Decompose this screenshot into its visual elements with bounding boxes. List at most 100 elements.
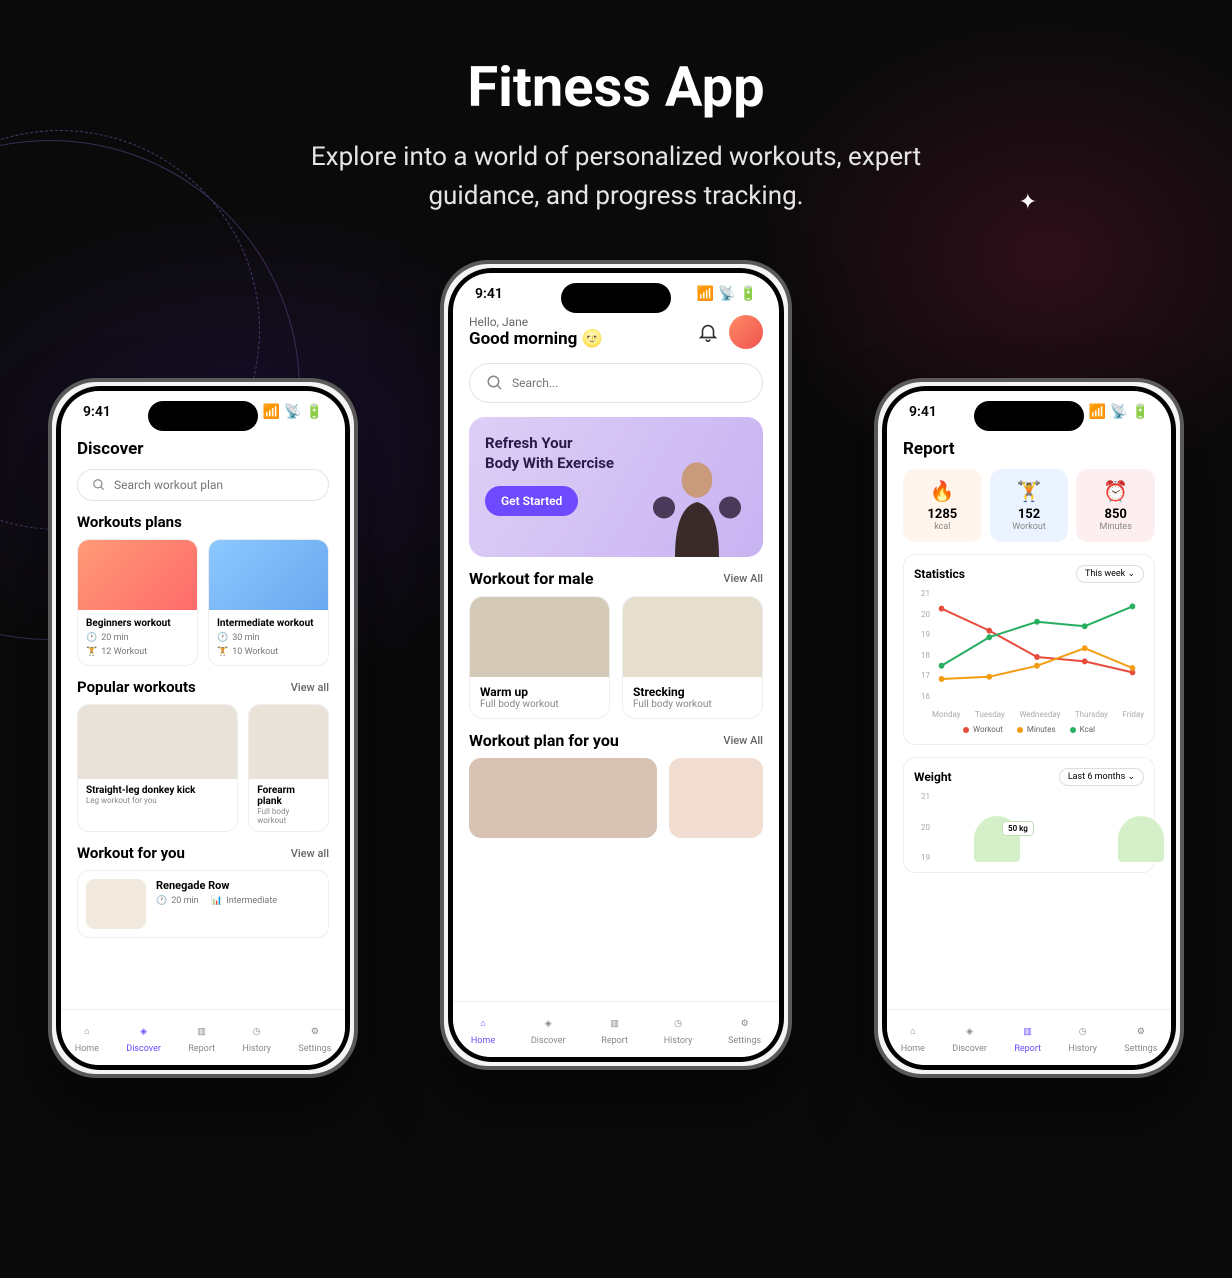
phone-notch [148,401,258,431]
nav-report[interactable]: ▥Report [601,1014,628,1046]
home-icon: ⌂ [473,1014,493,1034]
workout-image [78,705,237,779]
popular-workouts-heading: Popular workouts [77,678,196,696]
chevron-down-icon: ⌄ [1127,569,1135,579]
status-icons: 📶📡🔋 [1089,404,1149,420]
nav-settings[interactable]: ⚙Settings [298,1022,331,1054]
popular-title: Straight-leg donkey kick [86,785,229,796]
nav-settings[interactable]: ⚙Settings [728,1014,761,1046]
view-all-link[interactable]: View All [723,572,763,585]
discover-title: Discover [77,439,144,459]
view-all-link[interactable]: View All [723,734,763,747]
gear-icon: ⚙ [305,1022,325,1042]
history-icon: ◷ [668,1014,688,1034]
weight-heading: Weight [914,770,952,784]
signal-icon: 📶 [1089,404,1106,420]
search-field[interactable] [114,478,314,492]
nav-discover[interactable]: ◈Discover [952,1022,987,1054]
weight-chart: 212019 50 kg [914,792,1144,862]
statistics-heading: Statistics [914,567,965,581]
stat-workout: 🏋️ 152 Workout [990,469,1069,542]
signal-icon: 📶 [263,404,280,420]
workout-plan-image[interactable] [469,758,657,838]
chevron-down-icon: ⌄ [1127,772,1135,782]
workouts-plans-heading: Workouts plans [77,513,182,531]
search-field[interactable] [512,376,746,390]
workout-for-you-heading: Workout for you [77,844,185,862]
nav-history[interactable]: ◷History [1068,1022,1097,1054]
wifi-icon: 📡 [1110,404,1127,420]
avatar[interactable] [729,315,763,349]
nav-report[interactable]: ▥Report [188,1022,215,1054]
plan-card-beginners[interactable]: Beginners workout 🕐20 min 🏋️12 Workout [77,539,198,666]
home-icon: ⌂ [77,1022,97,1042]
plan-image [78,540,197,610]
workout-plan-image[interactable] [669,758,763,838]
nav-home[interactable]: ⌂Home [901,1022,925,1054]
phone-discover: 9:41 📶📡🔋 Discover Workouts plans Beginn [48,378,358,1078]
search-input[interactable] [77,469,329,501]
nav-home[interactable]: ⌂Home [75,1022,99,1054]
search-icon [486,374,504,392]
signal-icon: 📶 [697,286,714,302]
weight-panel: Weight Last 6 months ⌄ 212019 50 kg [903,757,1155,873]
statistics-chart: 212019181716 MondayTuesdayWednesdayThurs… [914,589,1144,719]
wfy-title: Renegade Row [156,879,277,892]
greeting-text: Good morning 🌝 [469,329,603,349]
range-dropdown[interactable]: This week ⌄ [1076,565,1144,583]
nav-home[interactable]: ⌂Home [471,1014,495,1046]
compass-icon: ◈ [134,1022,154,1042]
gear-icon: ⚙ [735,1014,755,1034]
report-title: Report [903,439,955,459]
status-time: 9:41 [475,286,503,302]
status-icons: 📶📡🔋 [697,286,757,302]
nav-history[interactable]: ◷History [242,1022,271,1054]
workout-sub: Full body workout [480,699,599,710]
workout-plan-heading: Workout plan for you [469,731,619,750]
hello-text: Hello, Jane [469,315,603,329]
stat-kcal: 🔥 1285 kcal [903,469,982,542]
workout-card-stretching[interactable]: Strecking Full body workout [622,596,763,719]
popular-title: Forearm plank [257,785,320,807]
plan-title: Beginners workout [86,618,189,629]
level-icon: 📊 [211,896,222,906]
workout-image [623,597,762,677]
dumbbell-icon: 🏋️ [86,647,97,657]
workout-male-heading: Workout for male [469,569,593,588]
workout-image [249,705,328,779]
compass-icon: ◈ [960,1022,980,1042]
stat-minutes: ⏰ 850 Minutes [1076,469,1155,542]
search-input[interactable] [469,363,763,403]
legend-minutes: Minutes [1017,725,1056,734]
phone-notch [974,401,1084,431]
workout-title: Warm up [480,685,599,699]
weight-icon: 🏋️ [996,479,1063,503]
popular-card[interactable]: Forearm plank Full body workout [248,704,329,832]
workout-for-you-card[interactable]: Renegade Row 🕐20 min 📊Intermediate [77,870,329,938]
chart-icon: ▥ [1018,1022,1038,1042]
workout-card-warmup[interactable]: Warm up Full body workout [469,596,610,719]
battery-icon: 🔋 [306,404,323,420]
phone-notch [561,283,671,313]
get-started-button[interactable]: Get Started [485,486,578,516]
wifi-icon: 📡 [718,286,735,302]
fire-icon: 🔥 [909,479,976,503]
plan-card-intermediate[interactable]: Intermediate workout 🕐30 min 🏋️10 Workou… [208,539,329,666]
nav-settings[interactable]: ⚙Settings [1124,1022,1157,1054]
nav-report[interactable]: ▥Report [1014,1022,1041,1054]
compass-icon: ◈ [538,1014,558,1034]
popular-card[interactable]: Straight-leg donkey kick Leg workout for… [77,704,238,832]
bell-icon[interactable] [697,321,719,343]
range-dropdown[interactable]: Last 6 months ⌄ [1059,768,1144,786]
view-all-link[interactable]: View all [291,847,329,860]
dumbbell-icon: 🏋️ [217,647,228,657]
chart-icon: ▥ [192,1022,212,1042]
wifi-icon: 📡 [284,404,301,420]
hero-promo-card: Refresh YourBody With Exercise Get Start… [469,417,763,557]
view-all-link[interactable]: View all [291,681,329,694]
nav-discover[interactable]: ◈Discover [531,1014,566,1046]
nav-history[interactable]: ◷History [664,1014,693,1046]
nav-discover[interactable]: ◈Discover [126,1022,161,1054]
page-subtitle: Explore into a world of personalized wor… [256,138,976,216]
workout-sub: Full body workout [633,699,752,710]
